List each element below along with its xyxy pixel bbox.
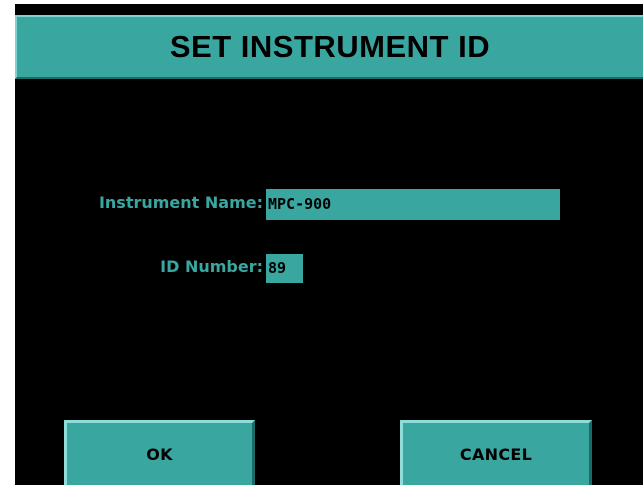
screen: SET INSTRUMENT ID Instrument Name: MPC-9… <box>0 0 643 485</box>
instrument-name-field[interactable]: MPC-900 <box>266 189 560 220</box>
ok-button[interactable]: OK <box>64 420 255 485</box>
id-number-label: ID Number: <box>160 257 263 276</box>
instrument-name-label: Instrument Name: <box>98 193 263 212</box>
cancel-button-label: CANCEL <box>459 444 533 464</box>
dialog-title: SET INSTRUMENT ID <box>169 29 491 64</box>
cancel-button[interactable]: CANCEL <box>400 420 592 485</box>
ok-button-label: OK <box>146 444 173 464</box>
title-bar: SET INSTRUMENT ID <box>15 15 643 79</box>
id-number-field[interactable]: 89 <box>266 254 303 283</box>
